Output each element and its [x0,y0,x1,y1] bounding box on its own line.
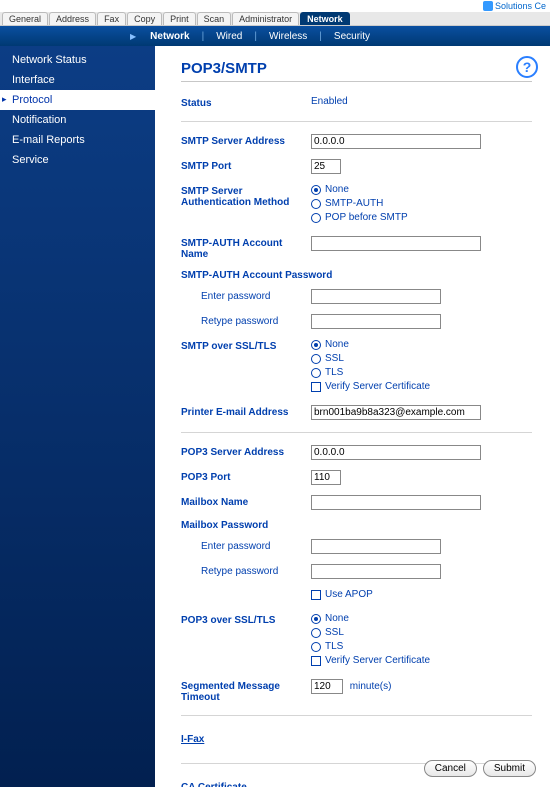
pop3-ssl-label: POP3 over SSL/TLS [181,613,311,626]
link-ifax[interactable]: I-Fax [181,734,204,745]
submit-button[interactable]: Submit [483,760,536,777]
smtp-auth-pwd-heading: SMTP-AUTH Account Password [181,270,532,281]
seg-timeout-unit: minute(s) [350,681,392,692]
retype-pwd-label: Retype password [181,314,311,327]
sub-nav: ▶ Network | Wired | Wireless | Security [0,26,550,46]
seg-timeout-input[interactable] [311,679,343,694]
tab-fax[interactable]: Fax [97,12,126,25]
smtp-retype-pwd-input[interactable] [311,314,441,329]
smtp-auth-method-label: SMTP Server Authentication Method [181,184,311,208]
mailbox-name-label: Mailbox Name [181,495,311,508]
status-value: Enabled [311,96,532,107]
pop3-port-label: POP3 Port [181,470,311,483]
mbox-enter-pwd-label: Enter password [181,539,311,552]
subnav-wireless[interactable]: Wireless [263,31,313,42]
solutions-icon [483,1,493,11]
pop3-server-label: POP3 Server Address [181,445,311,458]
seg-timeout-label: Segmented Message Timeout [181,679,311,703]
sidebar-item-notification[interactable]: Notification [0,110,155,130]
smtp-ssl-none-radio[interactable] [311,340,321,350]
caret-icon: ▶ [130,32,136,41]
auth-smtpauth-radio[interactable] [311,199,321,209]
sidebar-item-service[interactable]: Service [0,150,155,170]
printer-email-input[interactable] [311,405,481,420]
pop3-ssl-none-radio[interactable] [311,614,321,624]
smtp-server-input[interactable] [311,134,481,149]
auth-none-radio[interactable] [311,185,321,195]
button-row: Cancel Submit [424,760,536,777]
divider [181,715,532,716]
smtp-ssl-tls-radio[interactable] [311,368,321,378]
divider [181,121,532,122]
smtp-auth-account-label: SMTP-AUTH Account Name [181,236,311,260]
pop3-ssl-ssl-radio[interactable] [311,628,321,638]
printer-email-label: Printer E-mail Address [181,405,311,418]
page-title: POP3/SMTP [181,60,532,82]
mbox-retype-pwd-input[interactable] [311,564,441,579]
status-label: Status [181,96,311,109]
use-apop-checkbox[interactable] [311,590,321,600]
mailbox-pwd-heading: Mailbox Password [181,520,532,531]
mbox-retype-pwd-label: Retype password [181,564,311,577]
smtp-ssl-label: SMTP over SSL/TLS [181,339,311,352]
smtp-port-input[interactable] [311,159,341,174]
tab-network[interactable]: Network [300,12,350,25]
subnav-security[interactable]: Security [328,31,376,42]
solutions-link-label: Solutions Ce [495,1,546,11]
sidebar-item-network-status[interactable]: Network Status [0,50,155,70]
tab-scan[interactable]: Scan [197,12,232,25]
smtp-verify-cert-checkbox[interactable] [311,382,321,392]
tab-print[interactable]: Print [163,12,196,25]
mbox-enter-pwd-input[interactable] [311,539,441,554]
link-ca-certificate[interactable]: CA Certificate [181,782,247,787]
tab-administrator[interactable]: Administrator [232,12,299,25]
tab-copy[interactable]: Copy [127,12,162,25]
sidebar: Network Status Interface Protocol Notifi… [0,46,155,787]
content-panel: ? POP3/SMTP Status Enabled SMTP Server A… [155,46,550,787]
pop3-ssl-tls-radio[interactable] [311,642,321,652]
top-bar: Solutions Ce [0,0,550,12]
smtp-server-label: SMTP Server Address [181,134,311,147]
smtp-port-label: SMTP Port [181,159,311,172]
main-tabs: General Address Fax Copy Print Scan Admi… [0,12,550,26]
sidebar-item-email-reports[interactable]: E-mail Reports [0,130,155,150]
subnav-network[interactable]: Network [144,31,195,42]
sidebar-item-protocol[interactable]: Protocol [0,90,155,110]
smtp-enter-pwd-input[interactable] [311,289,441,304]
help-icon[interactable]: ? [516,56,538,78]
mailbox-name-input[interactable] [311,495,481,510]
divider [181,432,532,433]
tab-address[interactable]: Address [49,12,96,25]
sidebar-item-interface[interactable]: Interface [0,70,155,90]
cancel-button[interactable]: Cancel [424,760,477,777]
solutions-link[interactable]: Solutions Ce [483,1,550,11]
smtp-auth-account-input[interactable] [311,236,481,251]
pop3-verify-cert-checkbox[interactable] [311,656,321,666]
enter-pwd-label: Enter password [181,289,311,302]
tab-general[interactable]: General [2,12,48,25]
subnav-wired[interactable]: Wired [210,31,248,42]
pop3-server-input[interactable] [311,445,481,460]
smtp-ssl-ssl-radio[interactable] [311,354,321,364]
pop3-port-input[interactable] [311,470,341,485]
auth-popbefore-radio[interactable] [311,213,321,223]
